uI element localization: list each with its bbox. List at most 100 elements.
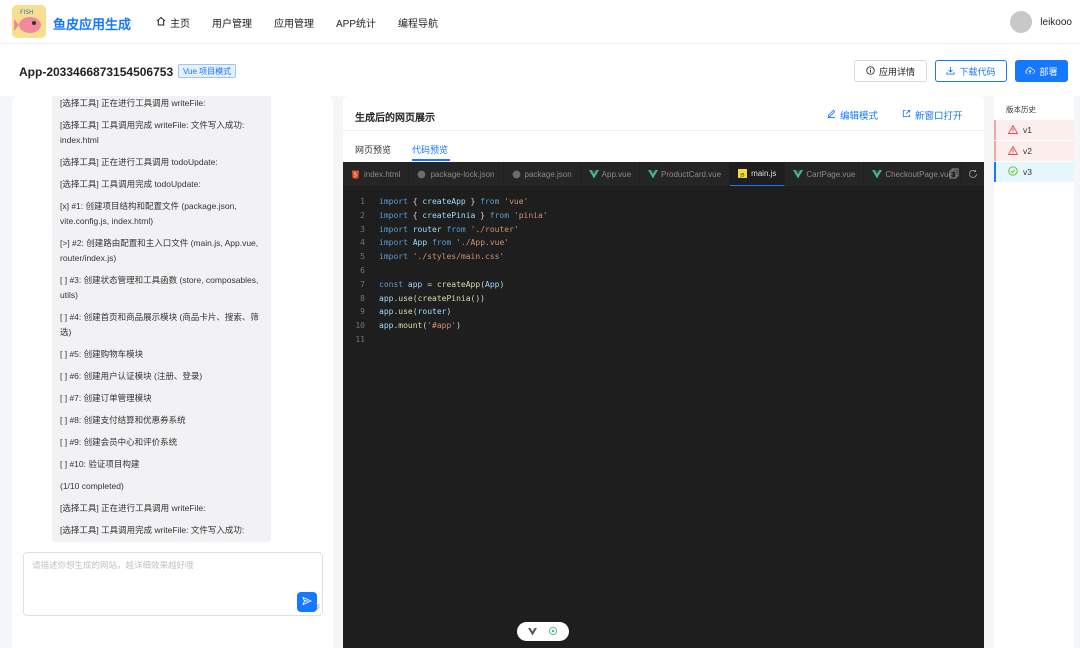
line-source: import router from './router': [365, 223, 519, 237]
brand-title[interactable]: 鱼皮应用生成: [53, 14, 131, 33]
main-nav: 主页 用户管理 应用管理 APP统计 编程导航: [156, 15, 438, 30]
chat-message: [ ] #8: 创建支付结算和优惠券系统: [60, 415, 186, 425]
username: leikooo: [1040, 16, 1072, 28]
user-menu[interactable]: leikooo: [1010, 11, 1072, 33]
svg-text:FISH: FISH: [20, 9, 34, 16]
download-code-label: 下载代码: [959, 66, 996, 77]
editor-actions: [949, 168, 978, 182]
nav-item-label: APP统计: [336, 19, 377, 30]
line-source: import App from './App.vue': [365, 236, 509, 250]
file-tab-label: package.json: [524, 169, 572, 179]
edit-mode-label: 编辑模式: [840, 111, 879, 122]
file-tab[interactable]: CartPage.vue: [785, 162, 865, 186]
tab-web-preview[interactable]: 网页预览: [355, 143, 391, 156]
nav-item-user-management[interactable]: 用户管理: [212, 15, 252, 30]
vue-icon[interactable]: [528, 625, 538, 639]
vue-icon: [588, 169, 599, 179]
json-icon: [512, 170, 521, 179]
file-tab-label: CartPage.vue: [806, 169, 856, 179]
nav-item-app-management[interactable]: 应用管理: [274, 15, 314, 30]
code-line: 10 app.mount('#app'): [343, 319, 984, 333]
chat-message: [ ] #5: 创建购物车模块: [60, 349, 144, 359]
line-source: const app = createApp(App): [365, 278, 504, 292]
version-label: v2: [1023, 146, 1032, 156]
chat-message: [选择工具] 工具调用完成 writeFile: 文件写入成功: index.h…: [60, 120, 245, 145]
code-token: =: [422, 279, 437, 289]
code-token: 'pinia': [513, 210, 548, 220]
refresh-icon[interactable]: [968, 168, 978, 182]
nav-item-app-stats[interactable]: APP统计: [336, 15, 376, 30]
send-button[interactable]: [297, 592, 317, 612]
file-tab[interactable]: package.json: [504, 162, 581, 186]
code-token: import: [379, 238, 408, 248]
file-tab[interactable]: App.vue: [581, 162, 641, 186]
code-token: ()): [470, 293, 485, 303]
svg-text:5: 5: [354, 172, 357, 178]
message-list: [选择工具] 正在进行工具调用 writeFile: [选择工具] 工具调用完成 …: [60, 96, 263, 542]
nav-item-label: 主页: [170, 19, 190, 30]
copy-icon[interactable]: [949, 168, 959, 182]
file-tab[interactable]: CheckoutPage.vue: [864, 162, 962, 186]
file-tab-label: App.vue: [601, 169, 632, 179]
code-line: 9 app.use(router): [343, 305, 984, 319]
code-token: import: [379, 252, 408, 262]
app-details-button[interactable]: 应用详情: [854, 60, 927, 82]
code-token: }: [475, 210, 490, 220]
chat-message: (1/10 completed): [60, 481, 124, 491]
chat-message: [x] #1: 创建项目结构和配置文件 (package.json, vite.…: [60, 201, 237, 226]
nav-item-coding-nav[interactable]: 编程导航: [398, 15, 438, 30]
chat-message: [ ] #6: 创建用户认证模块 (注册、登录): [60, 371, 203, 381]
logo[interactable]: FISH: [12, 5, 46, 38]
version-item-v2[interactable]: v2: [994, 141, 1074, 161]
line-number: 10: [355, 321, 365, 331]
nav-item-home[interactable]: 主页: [156, 15, 190, 30]
code-line: 6: [343, 264, 984, 278]
code-area[interactable]: 1 import { createApp } from 'vue' 2 import …: [343, 195, 984, 347]
code-token: import: [379, 197, 408, 206]
vue-icon: [872, 169, 883, 179]
active-tab-indicator: [412, 159, 450, 161]
file-tab[interactable]: package-lock.json: [409, 162, 504, 186]
prompt-placeholder: 请描述你想生成的网站，越详细效果越好哦: [32, 560, 194, 570]
code-token: const: [379, 279, 404, 289]
prompt-input[interactable]: 请描述你想生成的网站，越详细效果越好哦: [23, 552, 323, 616]
version-item-v3[interactable]: v3: [994, 162, 1074, 182]
download-code-button[interactable]: 下载代码: [935, 60, 1007, 82]
code-token: App: [485, 279, 500, 289]
chat-message: [ ] #4: 创建首页和商品展示模块 (商品卡片、搜索、筛选): [60, 312, 259, 337]
preview-title: 生成后的网页展示: [355, 113, 435, 124]
code-token: {: [407, 210, 423, 220]
open-new-window-button[interactable]: 新窗口打开: [902, 108, 963, 122]
version-item-v1[interactable]: v1: [994, 120, 1074, 140]
nav-item-label: 应用管理: [274, 19, 314, 30]
chat-message: [ ] #9: 创建会员中心和评价系统: [60, 437, 178, 447]
avatar[interactable]: [1010, 11, 1033, 33]
line-number: 1: [360, 197, 365, 206]
file-tab-label: ProductCard.vue: [661, 169, 722, 179]
target-icon[interactable]: [548, 625, 558, 639]
line-number: 6: [360, 265, 365, 275]
home-icon: [156, 16, 166, 29]
cloud-upload-icon: [1025, 66, 1036, 77]
code-token: router: [412, 224, 442, 234]
app-details-label: 应用详情: [878, 66, 915, 77]
file-tab-label: index.html: [364, 169, 401, 179]
code-token: from: [489, 210, 510, 220]
code-token: createPinia: [417, 293, 471, 303]
json-icon: [417, 170, 426, 179]
app-title: App-2033466873154506753: [19, 65, 174, 79]
file-tab[interactable]: ProductCard.vue: [640, 162, 731, 186]
edit-mode-button[interactable]: 编辑模式: [827, 108, 878, 122]
file-tab[interactable]: JS main.js: [730, 162, 786, 186]
warning-icon: [1007, 124, 1019, 136]
deploy-button[interactable]: 部署: [1015, 60, 1068, 82]
ai-message-bubble: [选择工具] 正在进行工具调用 writeFile: [选择工具] 工具调用完成 …: [52, 96, 271, 542]
file-tabs: 5 index.html package-lock.json package.json…: [343, 162, 984, 186]
chat-message: [ ] #3: 创建状态管理和工具函数 (store, composables,…: [60, 275, 259, 300]
code-token: from: [432, 238, 452, 248]
file-tab[interactable]: 5 index.html: [343, 162, 410, 186]
code-line: 11: [343, 333, 984, 347]
tab-code-preview[interactable]: 代码预览: [412, 143, 448, 156]
version-history-panel: 版本历史 v1 v2 v3: [994, 96, 1074, 648]
nav-item-label: 用户管理: [212, 19, 252, 30]
